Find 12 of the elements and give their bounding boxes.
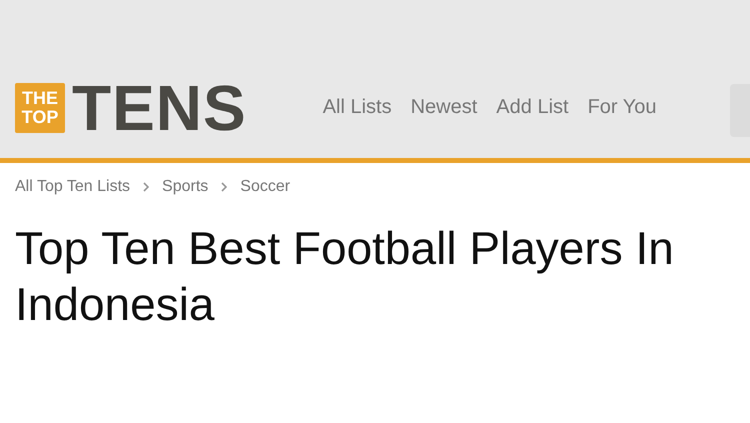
nav-link[interactable]: Add List	[496, 96, 569, 119]
logo-wordmark[interactable]: TENS	[72, 82, 247, 134]
breadcrumb-link[interactable]: Sports	[162, 178, 208, 196]
nav-link[interactable]: For You	[588, 96, 657, 119]
logo-badge[interactable]: THE TOP	[15, 83, 65, 133]
breadcrumb-link[interactable]: All Top Ten Lists	[15, 178, 130, 196]
page-title: Top Ten Best Football Players In Indonesia	[15, 221, 675, 332]
chevron-icon	[220, 182, 228, 192]
chevron-icon	[142, 182, 150, 192]
nav-link[interactable]: All Lists	[322, 96, 392, 119]
nav-link[interactable]: Newest	[410, 96, 478, 119]
breadcrumb-link[interactable]: Soccer	[240, 178, 290, 196]
